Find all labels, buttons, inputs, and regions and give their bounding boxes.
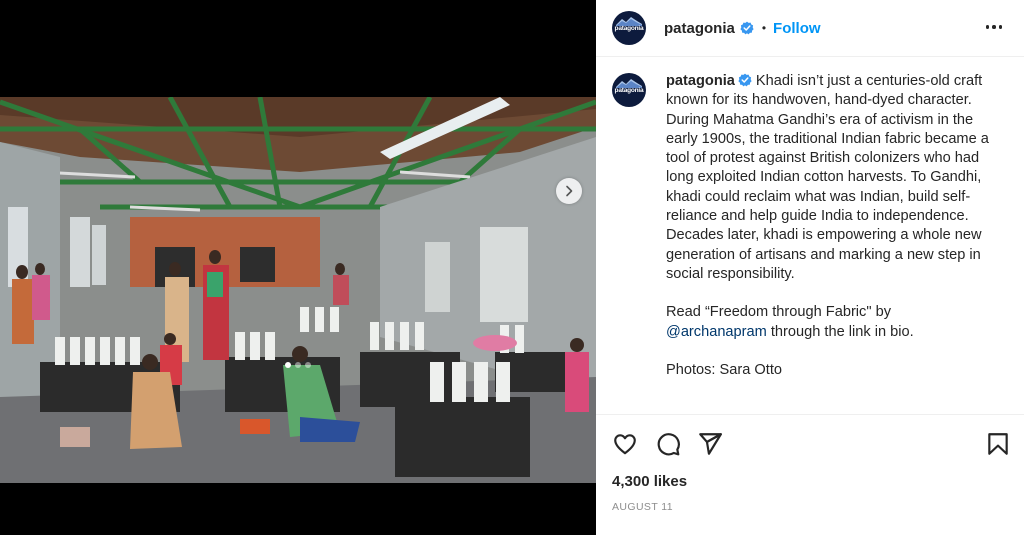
heart-icon[interactable] — [612, 431, 638, 457]
caption-read-suffix: through the link in bio. — [766, 323, 914, 340]
post-media — [0, 0, 596, 535]
follow-button[interactable]: Follow — [773, 20, 821, 37]
likes-count[interactable]: 4,300 likes — [612, 473, 687, 490]
post-details-panel: patagonia patagonia • Follow patagonia p… — [596, 0, 1024, 535]
send-icon[interactable] — [697, 431, 723, 457]
post-date[interactable]: AUGUST 11 — [612, 501, 673, 513]
caption-area: patagonia patagonia Khadi isn’t just a ce… — [612, 70, 1012, 415]
avatar[interactable]: patagonia — [612, 11, 646, 45]
caption-username[interactable]: patagonia — [666, 73, 735, 89]
avatar[interactable]: patagonia — [612, 73, 646, 107]
verified-badge-icon — [740, 21, 754, 35]
verified-badge-icon — [738, 73, 752, 87]
caption-text: patagonia Khadi isn’t just a centuries-ol… — [666, 72, 1002, 380]
comment-icon[interactable] — [655, 431, 681, 457]
carousel-next-button[interactable] — [556, 178, 582, 204]
post-photo[interactable] — [0, 97, 596, 483]
chevron-right-icon — [566, 185, 573, 197]
avatar-logo-text: patagonia — [614, 25, 644, 32]
caption-read-prefix: Read “Freedom through Fabric" by — [666, 304, 891, 321]
caption-read-line: Read “Freedom through Fabric" by @archana… — [666, 303, 1002, 342]
mention-link[interactable]: @archanapram — [666, 324, 767, 340]
weaving-workshop-photo — [0, 97, 596, 483]
more-options-icon[interactable] — [982, 15, 1006, 39]
photo-credit: Photos: Sara Otto — [666, 361, 783, 378]
post-header: patagonia patagonia • Follow — [596, 0, 1024, 57]
carousel-dot — [295, 362, 301, 368]
avatar-logo-text: patagonia — [614, 87, 644, 94]
carousel-dot — [285, 362, 291, 368]
header-username[interactable]: patagonia — [664, 20, 735, 37]
separator: • — [761, 21, 767, 35]
caption-main-text: Khadi isn’t just a centuries-old craft k… — [666, 73, 989, 282]
action-bar — [596, 414, 1024, 470]
bookmark-icon[interactable] — [985, 431, 1011, 457]
carousel-indicator — [0, 362, 596, 368]
carousel-dot — [305, 362, 311, 368]
